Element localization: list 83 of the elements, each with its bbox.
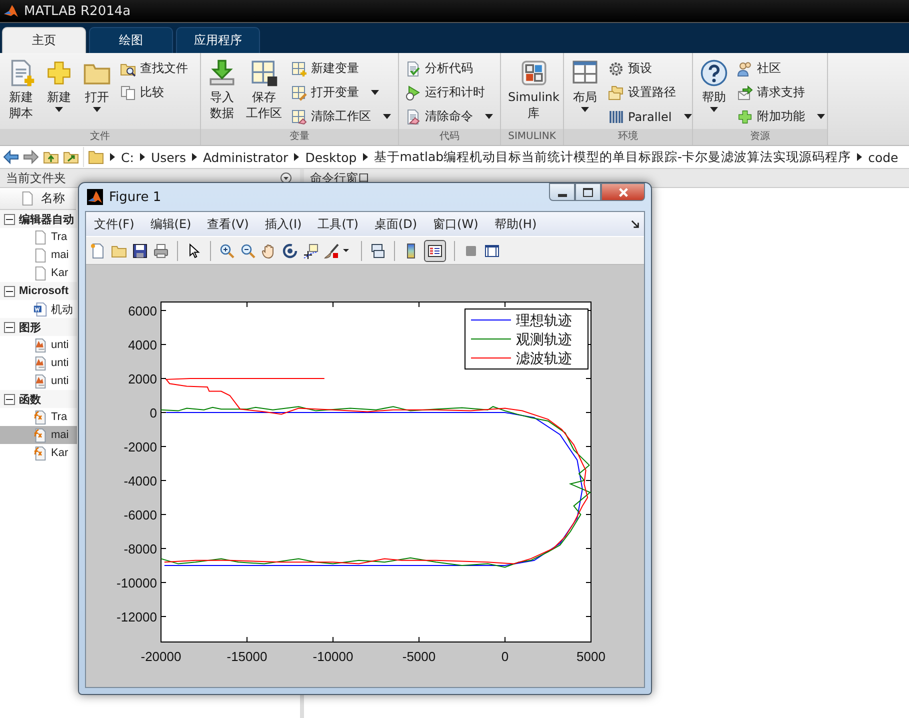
group-heading: Microsoft <box>19 285 68 297</box>
ribbon-button[interactable]: 打开 <box>80 57 114 129</box>
path-segment[interactable]: 基于matlab编程机动目标当前统计模型的单目标跟踪-卡尔曼滤波算法实现源码程序 <box>374 148 852 166</box>
y-tick-label: -12000 <box>116 610 157 624</box>
ribbon-button[interactable]: 预设 <box>606 58 694 79</box>
ribbon-button[interactable]: 布局 <box>568 57 602 129</box>
ribbon-button[interactable]: 设置路径 <box>606 82 694 103</box>
menu-item[interactable]: 桌面(D) <box>374 216 418 232</box>
path-segment[interactable]: Administrator <box>202 150 288 164</box>
menu-item[interactable]: 工具(T) <box>318 216 358 232</box>
y-tick-label: -10000 <box>116 576 157 590</box>
window-title: Figure 1 <box>109 190 162 204</box>
ribbon-button[interactable]: Parallel <box>606 106 694 127</box>
ribbon-button[interactable]: 社区 <box>735 58 827 79</box>
group-label: SIMULINK <box>501 129 563 145</box>
y-tick-label: 0 <box>150 406 157 420</box>
path-segment[interactable]: Users <box>150 150 186 164</box>
ribbon-button[interactable]: 查找文件 <box>118 58 190 79</box>
ribbon-button[interactable]: 新建变量 <box>289 58 393 79</box>
group-heading: 编辑器自动 <box>19 212 74 226</box>
group-label: 变量 <box>201 129 398 145</box>
y-tick-label: 4000 <box>128 338 157 352</box>
y-tick-label: 2000 <box>128 372 157 386</box>
ribbon-button[interactable]: 请求支持 <box>735 82 827 103</box>
file-row[interactable]: 机动 <box>0 300 77 318</box>
x-tick-label: -5000 <box>402 649 436 664</box>
file-row[interactable]: mai <box>0 426 77 444</box>
menu-item[interactable]: 文件(F) <box>94 216 134 232</box>
y-tick-label: 6000 <box>128 304 157 318</box>
ribbon-button[interactable]: 导入 数据 <box>205 57 239 129</box>
group-label: 代码 <box>399 129 500 145</box>
ribbon-button[interactable]: 比较 <box>118 82 190 103</box>
path-segment[interactable]: code <box>868 150 898 164</box>
ribbon-button[interactable]: 清除命令 <box>403 106 495 127</box>
file-row[interactable]: Kar <box>0 264 77 282</box>
ribbon-tab[interactable]: 主页 <box>2 27 86 53</box>
file-row[interactable]: unti <box>0 354 77 372</box>
ribbon-tab[interactable]: 应用程序 <box>176 27 260 53</box>
y-tick-label: -2000 <box>124 440 157 454</box>
x-tick-label: -15000 <box>226 649 268 664</box>
menu-item[interactable]: 编辑(E) <box>150 216 192 232</box>
legend-label: 观测轨迹 <box>516 332 572 348</box>
ribbon-button[interactable]: 附加功能 <box>735 106 827 127</box>
menu-item[interactable]: 帮助(H) <box>494 216 537 232</box>
ribbon-button[interactable]: 新建 脚本 <box>4 57 38 129</box>
x-tick-label: 5000 <box>576 649 606 664</box>
y-tick-label: -6000 <box>124 508 157 522</box>
x-tick-label: -10000 <box>312 649 354 664</box>
ribbon-button[interactable]: 帮助 <box>697 57 731 129</box>
menu-item[interactable]: 查看(V) <box>207 216 249 232</box>
legend-label: 滤波轨迹 <box>516 351 572 367</box>
path-segment[interactable]: C: <box>121 150 134 164</box>
ribbon-button[interactable]: 保存 工作区 <box>243 57 285 129</box>
path-segment[interactable]: Desktop <box>305 150 357 164</box>
ribbon-tab[interactable]: 绘图 <box>89 27 173 53</box>
file-row[interactable]: unti <box>0 372 77 390</box>
x-tick-label: -20000 <box>140 649 182 664</box>
column-header[interactable]: 名称 <box>0 188 76 210</box>
group-label: 文件 <box>0 129 200 145</box>
file-row[interactable]: Tra <box>0 228 77 246</box>
ribbon-button[interactable]: 分析代码 <box>403 58 495 79</box>
file-row[interactable]: unti <box>0 336 77 354</box>
legend-label: 理想轨迹 <box>516 313 572 329</box>
file-row[interactable]: Kar <box>0 444 77 462</box>
file-row[interactable]: mai <box>0 246 77 264</box>
ribbon-button[interactable]: 清除工作区 <box>289 106 393 127</box>
y-tick-label: -4000 <box>124 474 157 488</box>
ribbon-button[interactable]: Simulink 库 <box>505 57 562 129</box>
x-tick-label: 0 <box>501 649 509 664</box>
panel-title: 当前文件夹 <box>6 170 66 186</box>
ribbon-button[interactable]: 新建 <box>42 57 76 129</box>
menu-item[interactable]: 窗口(W) <box>433 216 478 232</box>
ribbon-button[interactable]: 运行和计时 <box>403 82 495 103</box>
y-tick-label: -8000 <box>124 542 157 556</box>
file-row[interactable]: Tra <box>0 408 77 426</box>
window-title: MATLAB R2014a <box>24 4 131 18</box>
ribbon-button[interactable]: 打开变量 <box>289 82 393 103</box>
group-heading: 图形 <box>19 320 41 334</box>
group-label: 资源 <box>693 129 827 145</box>
group-label: 环境 <box>564 129 692 145</box>
group-heading: 函数 <box>19 392 41 406</box>
menu-item[interactable]: 插入(I) <box>264 216 302 232</box>
address-field[interactable]: C: Users Administrator Desktop 基于matlab编程机动目标当前统计模型的单目标跟踪-卡尔曼滤波算法实现源码程序 code <box>83 147 909 167</box>
